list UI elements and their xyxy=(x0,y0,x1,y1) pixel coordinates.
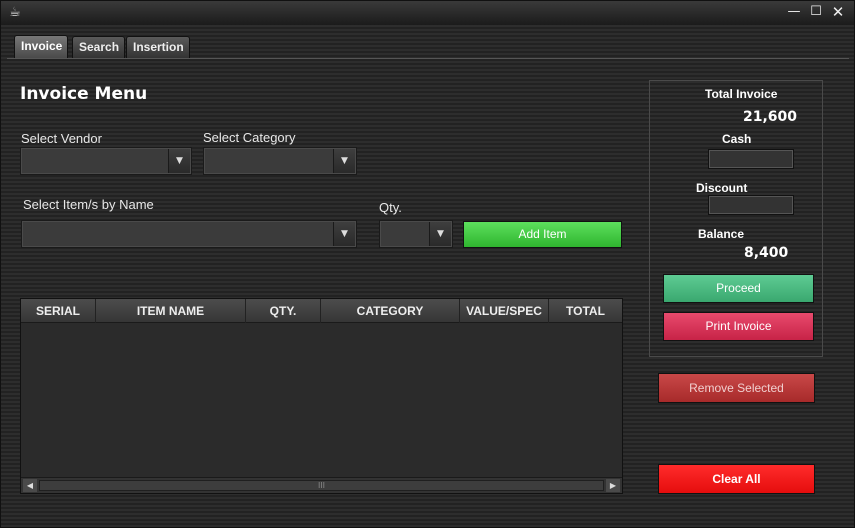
vendor-select[interactable]: ▼ xyxy=(20,147,192,175)
chevron-down-icon[interactable]: ▼ xyxy=(333,149,355,173)
cash-field[interactable] xyxy=(708,149,794,169)
column-header-category[interactable]: CATEGORY xyxy=(321,299,460,323)
item-label: Select Item/s by Name xyxy=(23,197,154,212)
scroll-thumb[interactable]: III xyxy=(39,480,604,491)
vendor-label: Select Vendor xyxy=(21,131,102,146)
qty-select[interactable]: ▼ xyxy=(379,220,453,248)
print-invoice-button[interactable]: Print Invoice xyxy=(663,312,814,341)
invoice-items-table[interactable]: SERIAL ITEM NAME QTY. CATEGORY VALUE/SPE… xyxy=(20,298,623,494)
clear-all-button[interactable]: Clear All xyxy=(658,464,815,494)
chevron-down-icon[interactable]: ▼ xyxy=(429,222,451,246)
tab-insertion[interactable]: Insertion xyxy=(126,36,190,58)
page-title: Invoice Menu xyxy=(20,84,148,104)
balance-label: Balance xyxy=(698,227,745,241)
tab-divider xyxy=(7,58,849,59)
add-item-button[interactable]: Add Item xyxy=(463,221,622,248)
invoice-window: ☕ — ☐ ✕ Invoice Search Insertion Invoice… xyxy=(0,0,855,528)
chevron-down-icon[interactable]: ▼ xyxy=(333,222,355,246)
item-select[interactable]: ▼ xyxy=(21,220,357,248)
qty-label: Qty. xyxy=(379,200,402,215)
horizontal-scrollbar[interactable]: ◀ III ▶ xyxy=(21,477,622,493)
table-header: SERIAL ITEM NAME QTY. CATEGORY VALUE/SPE… xyxy=(21,299,622,323)
title-bar: ☕ — ☐ ✕ xyxy=(1,1,854,25)
column-header-value-spec[interactable]: VALUE/SPEC xyxy=(460,299,549,323)
column-header-item-name[interactable]: ITEM NAME xyxy=(96,299,246,323)
total-invoice-value: 21,600 xyxy=(743,109,798,125)
category-select[interactable]: ▼ xyxy=(203,147,357,175)
remove-selected-button[interactable]: Remove Selected xyxy=(658,373,815,403)
tab-invoice[interactable]: Invoice xyxy=(14,35,68,58)
maximize-button[interactable]: ☐ xyxy=(806,3,826,21)
chevron-down-icon[interactable]: ▼ xyxy=(168,149,190,173)
discount-label: Discount xyxy=(696,181,748,195)
discount-field[interactable] xyxy=(708,195,794,215)
scroll-left-icon[interactable]: ◀ xyxy=(23,479,37,492)
proceed-button[interactable]: Proceed xyxy=(663,274,814,303)
tab-search[interactable]: Search xyxy=(72,36,125,58)
cash-label: Cash xyxy=(722,132,752,146)
minimize-button[interactable]: — xyxy=(784,3,804,21)
column-header-total[interactable]: TOTAL xyxy=(549,299,622,323)
balance-value: 8,400 xyxy=(744,245,789,261)
total-invoice-label: Total Invoice xyxy=(705,87,778,101)
category-label: Select Category xyxy=(203,130,296,145)
close-button[interactable]: ✕ xyxy=(828,3,848,21)
column-header-qty[interactable]: QTY. xyxy=(246,299,321,323)
cup-icon: ☕ xyxy=(9,5,21,20)
scroll-right-icon[interactable]: ▶ xyxy=(606,479,620,492)
column-header-serial[interactable]: SERIAL xyxy=(21,299,96,323)
